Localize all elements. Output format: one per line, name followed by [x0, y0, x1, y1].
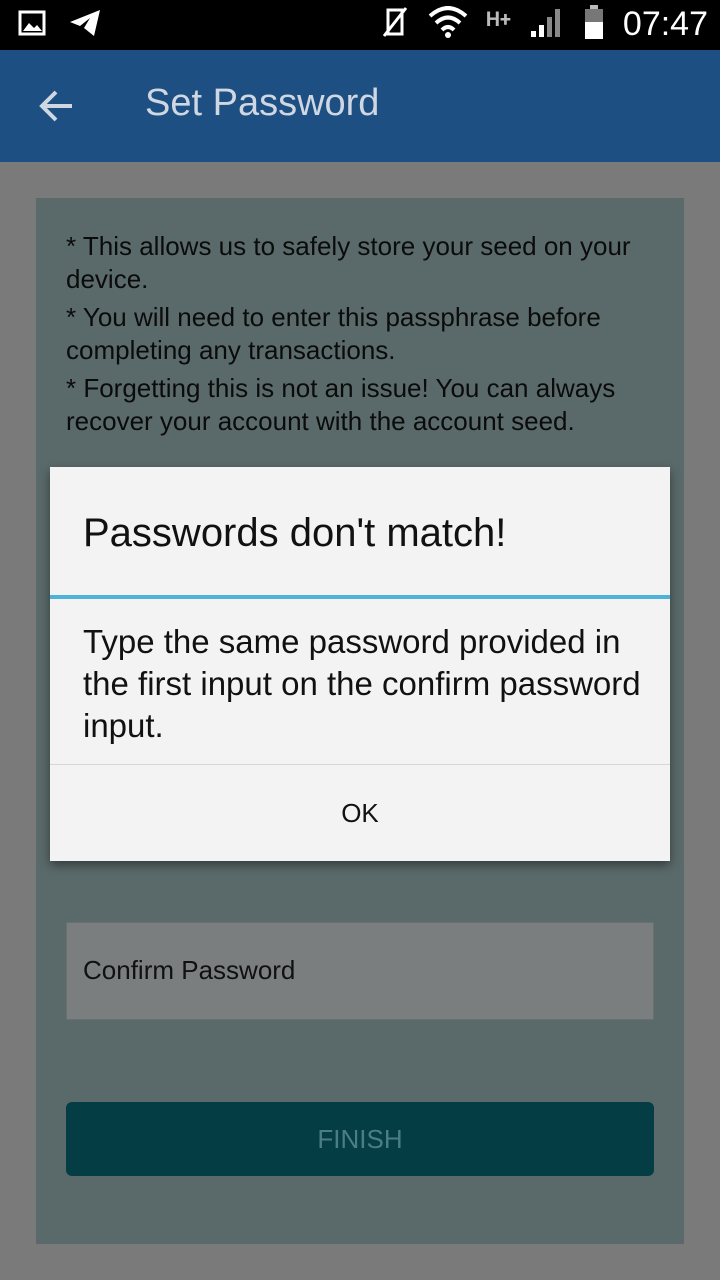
status-right: H+ 07:47 — [380, 4, 708, 44]
confirm-password-placeholder: Confirm Password — [83, 955, 296, 985]
telegram-icon — [68, 8, 102, 42]
mute-icon — [380, 4, 410, 44]
page-title: Set Password — [145, 82, 380, 124]
info-line-1: * This allows us to safely store your se… — [66, 231, 631, 294]
status-bar: H+ 07:47 — [0, 0, 720, 50]
ok-button[interactable]: OK — [50, 765, 670, 861]
confirm-password-input[interactable]: Confirm Password — [66, 922, 654, 1020]
network-type: H+ — [485, 7, 511, 31]
battery-icon — [583, 4, 605, 44]
arrow-left-icon[interactable] — [36, 86, 76, 126]
dialog-title: Passwords don't match! — [83, 511, 507, 555]
app-bar: Set Password — [0, 50, 720, 162]
status-left — [18, 8, 102, 42]
info-line-3: * Forgetting this is not an issue! You c… — [66, 373, 616, 436]
clock: 07:47 — [622, 4, 708, 43]
signal-icon — [529, 5, 565, 43]
info-text: * This allows us to safely store your se… — [66, 230, 666, 443]
dialog-message: Type the same password provided in the f… — [83, 623, 641, 744]
finish-button[interactable]: FINISH — [66, 1102, 654, 1176]
error-dialog: Passwords don't match! Type the same pas… — [50, 467, 670, 861]
wifi-icon — [428, 6, 468, 42]
dialog-divider — [50, 595, 670, 599]
info-line-2: * You will need to enter this passphrase… — [66, 302, 601, 365]
image-icon — [18, 9, 46, 41]
